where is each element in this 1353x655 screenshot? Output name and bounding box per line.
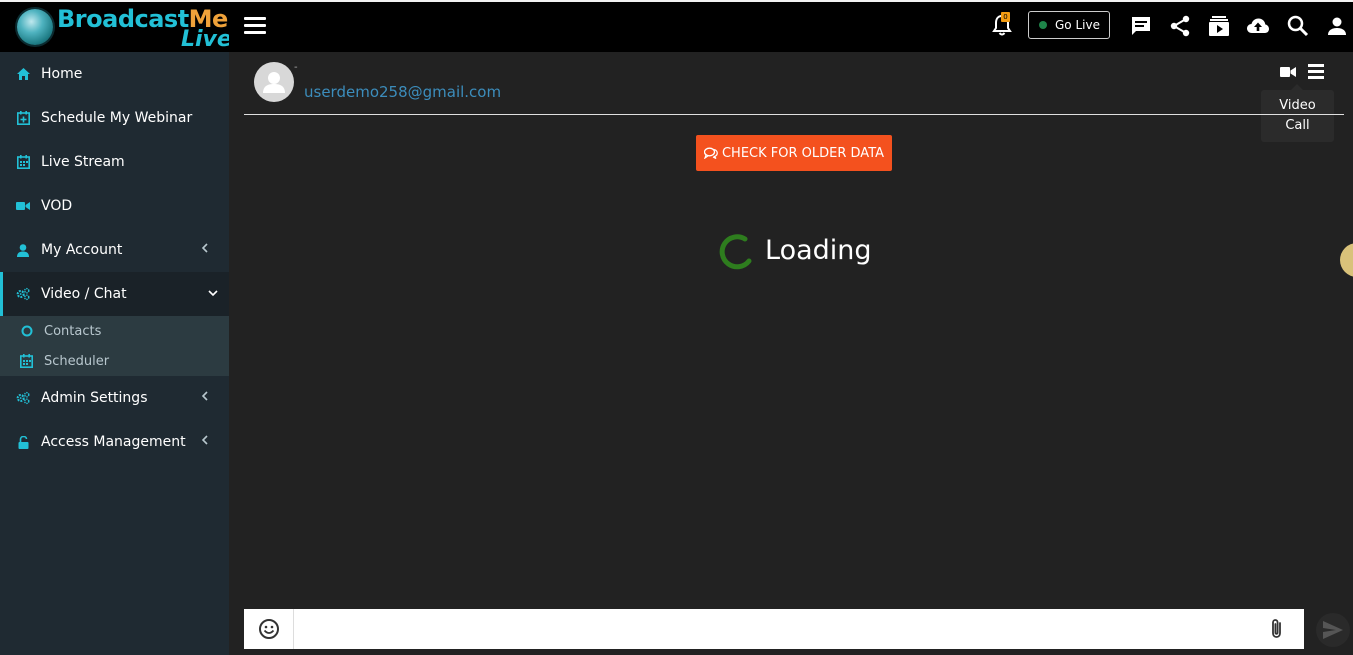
chat-menu-icon[interactable] bbox=[1308, 64, 1324, 80]
go-live-button[interactable]: Go Live bbox=[1028, 11, 1110, 39]
tooltip-line: Video bbox=[1279, 98, 1316, 113]
chevron-left-icon bbox=[201, 435, 208, 445]
sidebar-item-label: Live Stream bbox=[41, 154, 125, 170]
globe-logo-icon bbox=[17, 9, 53, 45]
emoji-button[interactable] bbox=[244, 609, 294, 649]
sidebar-item-live-stream[interactable]: Live Stream bbox=[0, 140, 229, 184]
playlist-icon[interactable] bbox=[1207, 14, 1231, 38]
default-avatar-icon bbox=[263, 72, 285, 93]
chevron-left-icon bbox=[201, 243, 208, 253]
brand-live: Live bbox=[181, 27, 232, 52]
calendar-icon bbox=[16, 155, 30, 169]
sidebar-item-label: Admin Settings bbox=[41, 390, 148, 406]
emoji-icon bbox=[258, 619, 279, 639]
sidebar-subitem-contacts[interactable]: Contacts bbox=[0, 316, 229, 346]
loading-indicator: Loading bbox=[717, 230, 872, 270]
cogs-icon bbox=[16, 391, 30, 405]
user-icon bbox=[16, 243, 30, 257]
top-navbar: 0 Go Live bbox=[229, 2, 1353, 52]
video-chat-submenu: Contacts Scheduler bbox=[0, 316, 229, 376]
chat-header-divider bbox=[244, 114, 1344, 115]
cogs-icon bbox=[16, 287, 30, 301]
message-composer bbox=[244, 609, 1304, 649]
contact-avatar bbox=[254, 62, 294, 102]
menu-toggle-icon[interactable] bbox=[244, 17, 266, 37]
attach-icon[interactable] bbox=[1266, 617, 1288, 641]
calendar-plus-icon bbox=[16, 111, 30, 125]
tooltip-line: Call bbox=[1285, 118, 1310, 133]
sidebar-item-vod[interactable]: VOD bbox=[0, 184, 229, 228]
sidebar-item-label: My Account bbox=[41, 242, 123, 258]
sidebar-subitem-scheduler[interactable]: Scheduler bbox=[0, 346, 229, 376]
upload-cloud-icon[interactable] bbox=[1246, 14, 1270, 38]
chevron-left-icon bbox=[201, 391, 208, 401]
sidebar: Home Schedule My Webinar Live Stream VOD… bbox=[0, 52, 229, 655]
brand-logo[interactable]: BroadcastMe Live bbox=[0, 2, 232, 52]
chevron-down-icon bbox=[208, 290, 218, 297]
circle-icon bbox=[20, 325, 33, 338]
comments-icon bbox=[703, 147, 718, 159]
sidebar-subitem-label: Contacts bbox=[44, 323, 102, 339]
sidebar-item-label: Access Management bbox=[41, 434, 186, 450]
search-icon[interactable] bbox=[1286, 14, 1310, 38]
video-call-icon[interactable] bbox=[1280, 64, 1296, 80]
sidebar-item-label: Video / Chat bbox=[41, 286, 127, 302]
calendar-icon bbox=[20, 354, 33, 368]
sidebar-item-video-chat[interactable]: Video / Chat bbox=[0, 272, 229, 316]
sidebar-item-label: VOD bbox=[41, 198, 73, 214]
video-camera-icon bbox=[16, 199, 30, 213]
go-live-label: Go Live bbox=[1055, 18, 1100, 32]
sidebar-subitem-label: Scheduler bbox=[44, 353, 110, 369]
notifications-bell[interactable]: 0 bbox=[991, 12, 1013, 37]
check-older-data-button[interactable]: CHECK FOR OLDER DATA bbox=[696, 135, 892, 171]
check-older-data-label: CHECK FOR OLDER DATA bbox=[721, 145, 885, 161]
sidebar-item-home[interactable]: Home bbox=[0, 52, 229, 96]
send-button[interactable] bbox=[1316, 613, 1350, 647]
contact-name: - bbox=[294, 62, 298, 73]
contact-email[interactable]: userdemo258@gmail.com bbox=[304, 83, 501, 101]
sidebar-item-schedule-webinar[interactable]: Schedule My Webinar bbox=[0, 96, 229, 140]
loading-label: Loading bbox=[765, 234, 872, 266]
message-input[interactable] bbox=[294, 609, 1249, 649]
sidebar-item-label: Schedule My Webinar bbox=[41, 110, 193, 126]
unlock-icon bbox=[16, 435, 30, 449]
sidebar-item-access-management[interactable]: Access Management bbox=[0, 420, 229, 464]
sidebar-item-admin-settings[interactable]: Admin Settings bbox=[0, 376, 229, 420]
notification-badge: 0 bbox=[1001, 12, 1010, 22]
video-call-tooltip: Video Call bbox=[1261, 84, 1334, 142]
home-icon bbox=[16, 67, 30, 81]
spinner-icon bbox=[719, 234, 752, 270]
live-status-dot bbox=[1039, 21, 1047, 29]
sidebar-item-my-account[interactable]: My Account bbox=[0, 228, 229, 272]
send-icon bbox=[1323, 621, 1343, 639]
user-icon[interactable] bbox=[1325, 14, 1349, 38]
share-icon[interactable] bbox=[1168, 14, 1192, 38]
sidebar-item-label: Home bbox=[41, 66, 83, 82]
floating-chat-bubble[interactable] bbox=[1340, 243, 1353, 277]
chat-icon[interactable] bbox=[1129, 14, 1153, 38]
